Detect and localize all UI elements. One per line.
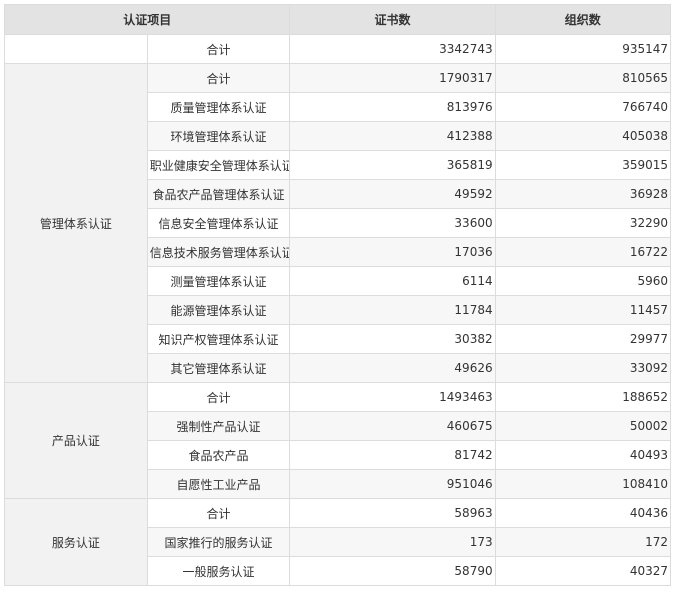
certificates-value: 58963 (289, 498, 496, 528)
certificates-value: 58790 (289, 556, 496, 586)
category-cell: 服务认证 (4, 498, 148, 586)
item-label: 质量管理体系认证 (146, 92, 291, 122)
item-label: 一般服务认证 (146, 556, 291, 586)
header-row: 认证项目 证书数 组织数 (3, 4, 672, 35)
item-label: 其它管理体系认证 (146, 353, 291, 383)
item-label: 合计 (146, 498, 291, 528)
item-label: 食品农产品管理体系认证 (146, 179, 291, 209)
header-certificates: 证书数 (289, 4, 496, 35)
organizations-value: 40436 (494, 498, 672, 528)
certificates-value: 6114 (289, 266, 496, 296)
organizations-value: 50002 (494, 411, 672, 441)
category-cell-empty (4, 34, 148, 64)
organizations-value: 32290 (494, 208, 672, 238)
item-label: 国家推行的服务认证 (146, 527, 291, 557)
item-label: 环境管理体系认证 (146, 121, 291, 151)
item-label: 测量管理体系认证 (146, 266, 291, 296)
item-label: 职业健康安全管理体系认证 (146, 150, 291, 180)
certificates-value: 460675 (289, 411, 496, 441)
certificates-value: 33600 (289, 208, 496, 238)
item-label: 自愿性工业产品 (146, 469, 291, 499)
organizations-value: 40327 (494, 556, 672, 586)
organizations-value: 935147 (494, 34, 672, 64)
organizations-value: 405038 (494, 121, 672, 151)
table-row: 产品认证 合计 1493463 188652 (4, 382, 672, 499)
organizations-value: 11457 (494, 295, 672, 325)
item-label: 信息安全管理体系认证 (146, 208, 291, 238)
organizations-value: 359015 (494, 150, 672, 180)
certificates-value: 30382 (289, 324, 496, 354)
item-label: 知识产权管理体系认证 (146, 324, 291, 354)
table-row: 管理体系认证 合计 1790317 810565 (4, 63, 672, 383)
certificates-value: 951046 (289, 469, 496, 499)
organizations-value: 810565 (494, 63, 672, 93)
certificates-value: 365819 (289, 150, 496, 180)
organizations-value: 766740 (494, 92, 672, 122)
organizations-value: 5960 (494, 266, 672, 296)
organizations-value: 16722 (494, 237, 672, 267)
certificates-value: 49626 (289, 353, 496, 383)
certificates-value: 49592 (289, 179, 496, 209)
certificates-value: 412388 (289, 121, 496, 151)
certificates-value: 1493463 (289, 382, 496, 412)
certificates-value: 813976 (289, 92, 496, 122)
item-label: 合计 (146, 382, 291, 412)
header-organizations: 组织数 (494, 4, 672, 35)
item-label: 合计 (146, 34, 291, 64)
organizations-value: 188652 (494, 382, 672, 412)
certificates-value: 1790317 (289, 63, 496, 93)
category-cell: 产品认证 (4, 382, 148, 499)
certification-table: 认证项目 证书数 组织数 合计 3342743 935147 管理体系认证 合计 1790… (3, 4, 672, 586)
organizations-value: 36928 (494, 179, 672, 209)
organizations-value: 40493 (494, 440, 672, 470)
category-cell: 管理体系认证 (4, 63, 148, 383)
organizations-value: 29977 (494, 324, 672, 354)
item-label: 强制性产品认证 (146, 411, 291, 441)
grand-total-row: 合计 3342743 935147 (4, 34, 672, 64)
certificates-value: 3342743 (289, 34, 496, 64)
table-row: 服务认证 合计 58963 40436 (4, 498, 672, 586)
certificates-value: 11784 (289, 295, 496, 325)
certificates-value: 173 (289, 527, 496, 557)
organizations-value: 172 (494, 527, 672, 557)
item-label: 合计 (146, 63, 291, 93)
organizations-value: 108410 (494, 469, 672, 499)
item-label: 食品农产品 (146, 440, 291, 470)
certificates-value: 81742 (289, 440, 496, 470)
item-label: 能源管理体系认证 (146, 295, 291, 325)
organizations-value: 33092 (494, 353, 672, 383)
certificates-value: 17036 (289, 237, 496, 267)
header-item: 认证项目 (3, 4, 291, 35)
item-label: 信息技术服务管理体系认证 (146, 237, 291, 267)
